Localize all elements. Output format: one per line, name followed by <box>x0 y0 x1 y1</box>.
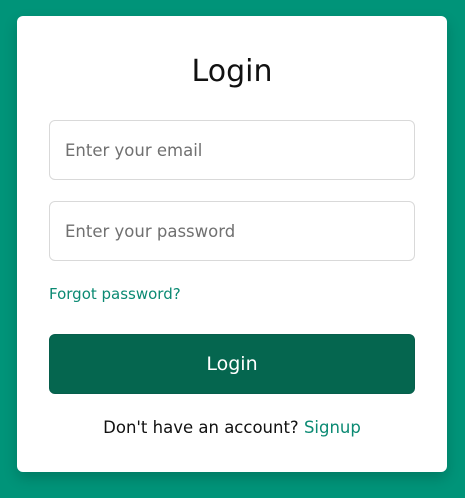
password-input[interactable] <box>49 201 415 261</box>
email-input[interactable] <box>49 120 415 180</box>
forgot-password-link[interactable]: Forgot password? <box>49 284 181 304</box>
signup-link[interactable]: Signup <box>304 418 361 437</box>
signup-prompt: Don't have an account? <box>103 418 299 437</box>
login-card: Login Forgot password? Login Don't have … <box>17 16 447 472</box>
login-title: Login <box>191 54 273 89</box>
login-button[interactable]: Login <box>49 334 415 394</box>
signup-line: Don't have an account? Signup <box>17 417 447 439</box>
